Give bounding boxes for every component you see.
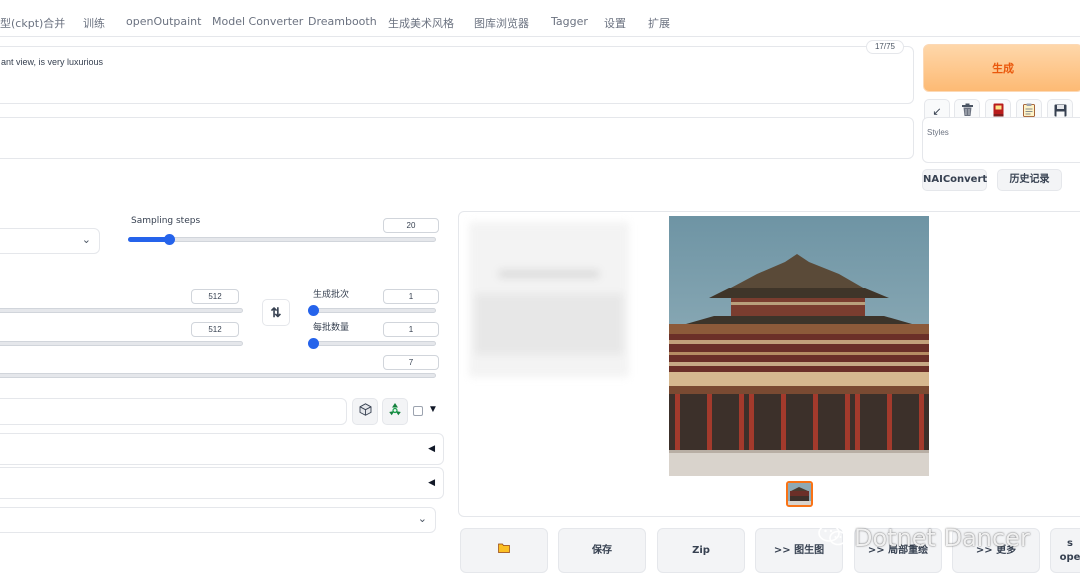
triangle-left-icon: ◀ xyxy=(428,477,435,487)
tab-settings[interactable]: 设置 xyxy=(604,15,626,31)
batch-size-input[interactable]: 1 xyxy=(383,322,439,337)
tab-bar: 型(ckpt)合并 训练 openOutpaint Model Converte… xyxy=(0,0,1080,37)
swap-icon: ⇅ xyxy=(270,304,282,320)
sampling-steps-fill xyxy=(128,237,169,242)
save-button[interactable]: 保存 xyxy=(558,528,646,573)
sampling-steps-input[interactable]: 20 xyxy=(383,218,439,233)
dice-icon xyxy=(359,402,372,421)
gallery-thumbnail[interactable] xyxy=(786,481,813,507)
open-folder-button[interactable] xyxy=(460,528,548,573)
height-slider[interactable] xyxy=(0,341,243,346)
batch-count-slider[interactable] xyxy=(310,308,436,313)
script-select[interactable]: ⌄ xyxy=(0,507,436,533)
blurred-preview xyxy=(469,222,629,377)
naiconvert-button[interactable]: NAIConvert xyxy=(922,169,987,191)
token-counter: 17/75 xyxy=(866,40,904,54)
tab-image-browser[interactable]: 图库浏览器 xyxy=(474,15,529,31)
tab-art-style[interactable]: 生成美术风格 xyxy=(388,15,454,31)
accordion-panel-1[interactable]: ◀ xyxy=(0,433,444,465)
random-seed-button[interactable] xyxy=(352,398,378,425)
sampling-method-select[interactable]: ⌄ xyxy=(0,228,100,254)
batch-size-label: 每批数量 xyxy=(313,323,350,333)
generated-image[interactable] xyxy=(669,216,929,476)
styles-label: Styles xyxy=(927,128,949,137)
batch-size-slider[interactable] xyxy=(310,341,436,346)
height-input[interactable]: 512 xyxy=(191,322,239,337)
folder-icon xyxy=(498,529,510,572)
send-to-extras-button[interactable]: >> 更多 xyxy=(952,528,1040,573)
recycle-icon xyxy=(388,402,402,421)
cfg-scale-slider[interactable] xyxy=(0,373,436,378)
tab-train[interactable]: 训练 xyxy=(83,15,105,31)
cfg-scale-input[interactable]: 7 xyxy=(383,355,439,370)
generate-button[interactable]: 生成 xyxy=(923,44,1080,92)
tab-tagger[interactable]: Tagger xyxy=(551,15,588,28)
sampling-steps-thumb[interactable] xyxy=(164,234,175,245)
send-to-img2img-button[interactable]: >> 图生图 xyxy=(755,528,843,573)
zip-button[interactable]: Zip xyxy=(657,528,745,573)
palace-image xyxy=(669,216,929,476)
seed-input[interactable] xyxy=(0,398,347,425)
width-input[interactable]: 512 xyxy=(191,289,239,304)
prompt-input[interactable]: ant view, is very luxurious xyxy=(0,46,914,104)
batch-size-thumb[interactable] xyxy=(308,338,319,349)
width-slider[interactable] xyxy=(0,308,243,313)
send-to-openoutpaint-button[interactable]: s ope xyxy=(1050,528,1080,573)
tab-checkpoint-merger[interactable]: 型(ckpt)合并 xyxy=(0,15,65,31)
tab-openoutpaint[interactable]: openOutpaint xyxy=(126,15,201,28)
swap-dimensions-button[interactable]: ⇅ xyxy=(262,299,290,326)
caret-down-icon: ▼ xyxy=(428,404,438,415)
thumbnail-image xyxy=(788,483,811,505)
negative-prompt-input[interactable] xyxy=(0,117,914,159)
accordion-panel-2[interactable]: ◀ xyxy=(0,467,444,499)
extra-seed-checkbox[interactable] xyxy=(413,406,423,416)
history-button[interactable]: 历史记录 xyxy=(997,169,1062,191)
reuse-seed-button[interactable] xyxy=(382,398,408,425)
tab-dreambooth[interactable]: Dreambooth xyxy=(308,15,377,28)
batch-count-thumb[interactable] xyxy=(308,305,319,316)
sampling-steps-label: Sampling steps xyxy=(131,216,201,226)
chevron-down-icon: ⌄ xyxy=(81,234,91,246)
batch-count-input[interactable]: 1 xyxy=(383,289,439,304)
prompt-text: ant view, is very luxurious xyxy=(1,57,104,67)
styles-select[interactable] xyxy=(922,117,1080,163)
tab-extensions[interactable]: 扩展 xyxy=(648,15,670,31)
send-to-inpaint-button[interactable]: >> 局部重绘 xyxy=(854,528,942,573)
batch-count-label: 生成批次 xyxy=(313,290,350,300)
tab-model-converter[interactable]: Model Converter xyxy=(212,15,303,28)
chevron-down-icon: ⌄ xyxy=(417,513,427,525)
triangle-left-icon: ◀ xyxy=(428,443,435,453)
